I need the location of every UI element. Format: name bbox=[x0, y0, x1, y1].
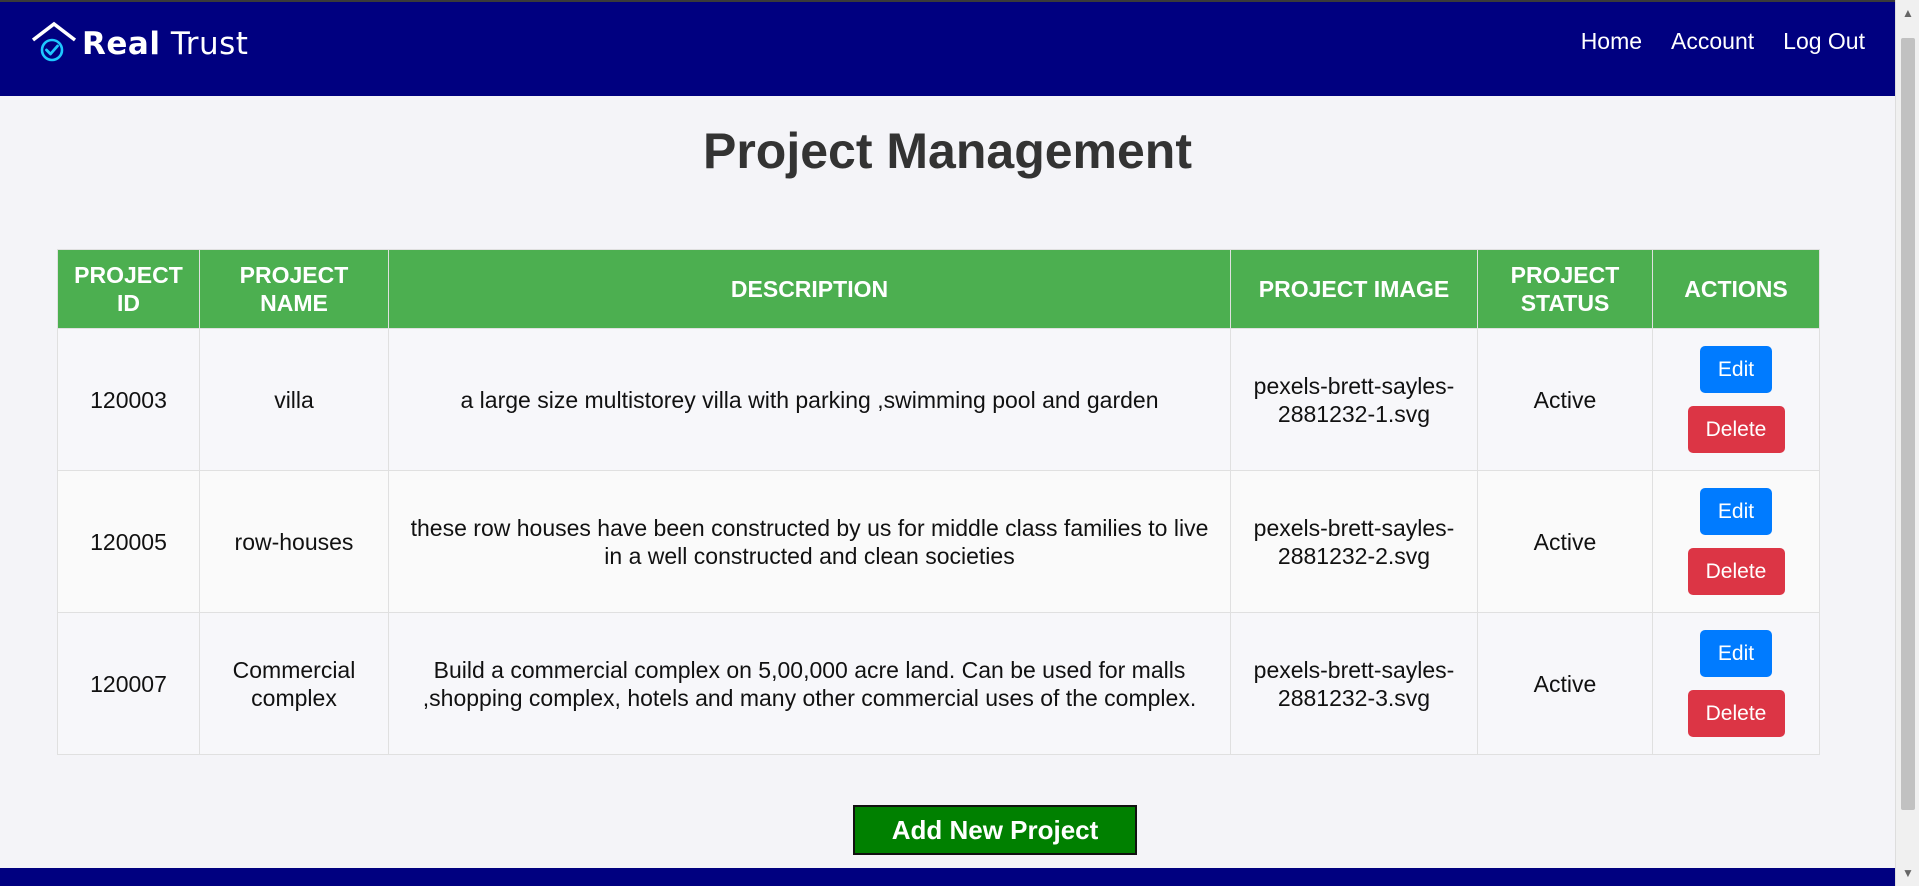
projects-table: PROJECT ID PROJECT NAME DESCRIPTION PROJ… bbox=[57, 249, 1820, 755]
column-header-description: DESCRIPTION bbox=[388, 249, 1231, 329]
project-id-cell: 120005 bbox=[57, 470, 200, 613]
main-nav: Home Account Log Out bbox=[1552, 28, 1865, 55]
scroll-down-arrow-icon[interactable]: ▼ bbox=[1896, 862, 1919, 884]
delete-button[interactable]: Delete bbox=[1687, 690, 1785, 737]
top-navbar: Real Trust Home Account Log Out bbox=[0, 0, 1895, 96]
nav-home[interactable]: Home bbox=[1581, 28, 1642, 55]
brand-name: Real Trust bbox=[82, 26, 249, 62]
page-title: Project Management bbox=[702, 123, 1192, 179]
project-name-cell: Commercial complex bbox=[199, 612, 389, 755]
table-row: 120005 row-houses these row houses have … bbox=[57, 470, 1820, 613]
description-cell: a large size multistorey villa with park… bbox=[388, 328, 1231, 471]
brand-logo[interactable]: Real Trust bbox=[30, 14, 248, 74]
project-status-cell: Active bbox=[1477, 470, 1653, 613]
nav-logout[interactable]: Log Out bbox=[1783, 28, 1865, 55]
table-header-row: PROJECT ID PROJECT NAME DESCRIPTION PROJ… bbox=[57, 249, 1820, 329]
table-row: 120007 Commercial complex Build a commer… bbox=[57, 612, 1820, 755]
actions-cell: Edit Delete bbox=[1652, 328, 1820, 471]
nav-account[interactable]: Account bbox=[1671, 28, 1754, 55]
actions-cell: Edit Delete bbox=[1652, 612, 1820, 755]
column-header-project-id: PROJECT ID bbox=[57, 249, 200, 329]
project-status-cell: Active bbox=[1477, 612, 1653, 755]
edit-button[interactable]: Edit bbox=[1700, 488, 1772, 535]
house-check-icon bbox=[31, 21, 77, 62]
project-image-cell: pexels-brett-sayles-2881232-2.svg bbox=[1230, 470, 1478, 613]
edit-button[interactable]: Edit bbox=[1700, 630, 1772, 677]
scroll-up-arrow-icon[interactable]: ▲ bbox=[1896, 2, 1919, 24]
table-row: 120003 villa a large size multistorey vi… bbox=[57, 328, 1820, 471]
actions-cell: Edit Delete bbox=[1652, 470, 1820, 613]
vertical-scrollbar[interactable]: ▲ ▼ bbox=[1895, 0, 1919, 886]
project-image-cell: pexels-brett-sayles-2881232-3.svg bbox=[1230, 612, 1478, 755]
column-header-project-image: PROJECT IMAGE bbox=[1230, 249, 1478, 329]
delete-button[interactable]: Delete bbox=[1687, 548, 1785, 595]
project-id-cell: 120003 bbox=[57, 328, 200, 471]
delete-button[interactable]: Delete bbox=[1687, 406, 1785, 453]
column-header-actions: ACTIONS bbox=[1652, 249, 1820, 329]
project-status-cell: Active bbox=[1477, 328, 1653, 471]
column-header-project-name: PROJECT NAME bbox=[199, 249, 389, 329]
add-new-project-button[interactable]: Add New Project bbox=[853, 805, 1137, 855]
edit-button[interactable]: Edit bbox=[1700, 346, 1772, 393]
footer-bar bbox=[0, 868, 1895, 886]
project-image-cell: pexels-brett-sayles-2881232-1.svg bbox=[1230, 328, 1478, 471]
project-id-cell: 120007 bbox=[57, 612, 200, 755]
project-name-cell: villa bbox=[199, 328, 389, 471]
scrollbar-thumb[interactable] bbox=[1901, 38, 1915, 810]
project-name-cell: row-houses bbox=[199, 470, 389, 613]
description-cell: Build a commercial complex on 5,00,000 a… bbox=[388, 612, 1231, 755]
column-header-project-status: PROJECT STATUS bbox=[1477, 249, 1653, 329]
description-cell: these row houses have been constructed b… bbox=[388, 470, 1231, 613]
